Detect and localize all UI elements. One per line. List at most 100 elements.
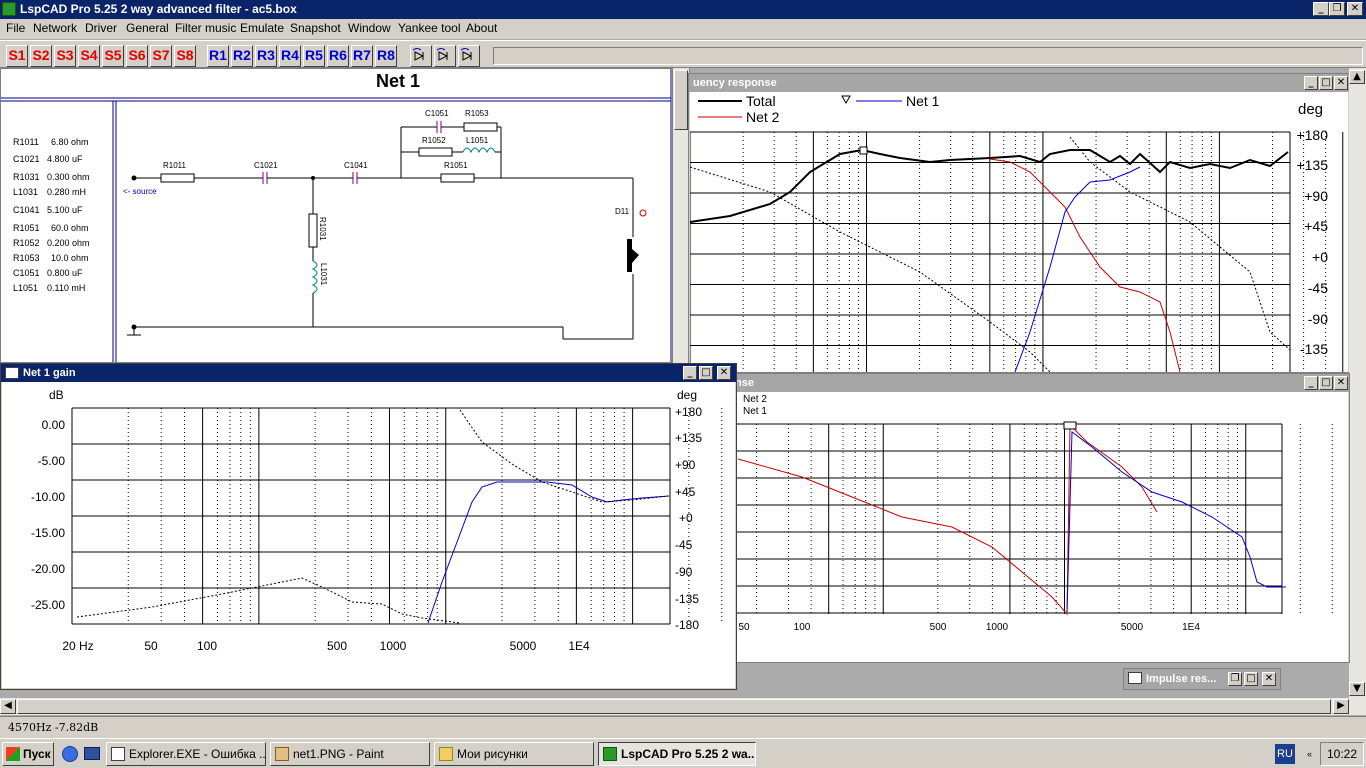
- menu-general[interactable]: General: [126, 21, 169, 35]
- task-label: Explorer.EXE - Ошибка ...: [129, 747, 266, 761]
- scroll-left-arrow[interactable]: ◀: [0, 699, 16, 714]
- app-icon: [2, 2, 16, 16]
- schematic-vscroll[interactable]: [672, 68, 689, 363]
- s6-button[interactable]: S6: [126, 45, 148, 67]
- step-maximize-button[interactable]: □: [1319, 376, 1333, 390]
- scroll-thumb[interactable]: [674, 70, 688, 130]
- part-name: R1051: [13, 223, 40, 233]
- schematic-window: Net 1 R1011 6.80 ohm C1021 4.800 uF R1031 0…: [0, 68, 690, 363]
- gain-close-button[interactable]: ✕: [717, 366, 731, 380]
- ytick-right: -180: [675, 618, 699, 632]
- scroll-up-arrow[interactable]: ▲: [1349, 70, 1365, 84]
- menu-network[interactable]: Network: [33, 21, 77, 35]
- task-my-pictures[interactable]: Мои рисунки: [434, 742, 594, 766]
- minimize-button[interactable]: _: [1313, 2, 1329, 16]
- part-name: L1051: [13, 283, 38, 293]
- r1-button[interactable]: R1: [207, 45, 229, 67]
- ytick: +180: [1296, 127, 1328, 143]
- title-bar: LspCAD Pro 5.25 2 way advanced filter - …: [0, 0, 1366, 19]
- s3-button[interactable]: S3: [54, 45, 76, 67]
- desktop-icon[interactable]: [84, 747, 100, 760]
- s4-button[interactable]: S4: [78, 45, 100, 67]
- task-label: LspCAD Pro 5.25 2 wa...: [621, 747, 756, 761]
- menu-yankee-tool[interactable]: Yankee tool: [398, 21, 461, 35]
- restore-button[interactable]: ❐: [1329, 2, 1345, 16]
- part-name: R1053: [13, 253, 40, 263]
- gain-window-icon: [5, 367, 19, 379]
- legend-net1: Net 1: [906, 93, 940, 109]
- r2-button[interactable]: R2: [231, 45, 253, 67]
- label-r1051: R1051: [444, 161, 468, 170]
- ytick: +45: [1304, 218, 1328, 234]
- legend-net1-marker: [841, 95, 851, 105]
- menu-file[interactable]: File: [6, 21, 25, 35]
- xtick: 100: [197, 639, 217, 653]
- impulse-response-window[interactable]: Impulse res... ❐ □ ✕: [1123, 668, 1281, 690]
- freq-minimize-button[interactable]: _: [1304, 76, 1318, 90]
- impulse-maximize-button[interactable]: □: [1244, 672, 1258, 686]
- hscroll-thumb[interactable]: [17, 699, 1331, 714]
- task-explorer[interactable]: Explorer.EXE - Ошибка ...: [106, 742, 266, 766]
- menu-emulate[interactable]: Emulate: [240, 21, 284, 35]
- s1-button[interactable]: S1: [6, 45, 28, 67]
- ytick-left: -20.00: [31, 562, 65, 576]
- ytick-left: 0.00: [42, 418, 66, 432]
- ie-icon[interactable]: [62, 746, 78, 762]
- driver-2-icon[interactable]: [434, 45, 456, 67]
- folder-icon: [439, 747, 453, 761]
- s8-button[interactable]: S8: [174, 45, 196, 67]
- r6-button[interactable]: R6: [327, 45, 349, 67]
- menu-filter-music[interactable]: Filter music: [175, 21, 236, 35]
- impulse-restore-button[interactable]: ❐: [1228, 672, 1242, 686]
- scroll-down-arrow[interactable]: ▼: [1349, 682, 1365, 696]
- menu-window[interactable]: Window: [348, 21, 391, 35]
- label-source: <- source: [123, 187, 157, 196]
- part-value: 5.100 uF: [47, 205, 83, 215]
- step-minimize-button[interactable]: _: [1304, 376, 1318, 390]
- scroll-right-arrow[interactable]: ▶: [1333, 699, 1349, 714]
- task-lspcad[interactable]: LspCAD Pro 5.25 2 wa...: [598, 742, 756, 766]
- gain-maximize-button[interactable]: □: [699, 366, 713, 380]
- r7-button[interactable]: R7: [351, 45, 373, 67]
- step-close-button[interactable]: ✕: [1334, 376, 1348, 390]
- impulse-close-button[interactable]: ✕: [1262, 672, 1276, 686]
- gain-plot-area[interactable]: dB deg 0.00 -5.00 -10.00 -15.00 -20.00 -…: [2, 382, 812, 688]
- mdi-vscroll[interactable]: ▲ ▼: [1349, 68, 1366, 698]
- ytick: -90: [1308, 311, 1328, 327]
- gain-minimize-button[interactable]: _: [683, 366, 697, 380]
- gain-chart: dB deg 0.00 -5.00 -10.00 -15.00 -20.00 -…: [31, 388, 812, 653]
- schematic-title: Net 1: [376, 71, 420, 91]
- xtick: 1000: [986, 622, 1009, 633]
- freq-maximize-button[interactable]: □: [1319, 76, 1333, 90]
- menu-about[interactable]: About: [466, 21, 497, 35]
- part-name: C1021: [13, 154, 40, 164]
- driver-c-icon[interactable]: [458, 45, 480, 67]
- task-label: Мои рисунки: [457, 747, 528, 761]
- s7-button[interactable]: S7: [150, 45, 172, 67]
- s2-button[interactable]: S2: [30, 45, 52, 67]
- menu-snapshot[interactable]: Snapshot: [290, 21, 341, 35]
- freq-plot-area[interactable]: Total Net 2 Net 1 deg +180 +135 +90 +45 …: [689, 92, 1358, 373]
- toolbar: S1 S2 S3 S4 S5 S6 S7 S8 R1 R2 R3 R4 R5 R…: [0, 40, 1366, 68]
- xtick: 100: [794, 622, 811, 633]
- start-button[interactable]: Пуск: [2, 742, 54, 766]
- r4-button[interactable]: R4: [279, 45, 301, 67]
- mdi-hscroll[interactable]: ◀ ▶: [0, 698, 1366, 715]
- freq-close-button[interactable]: ✕: [1334, 76, 1348, 90]
- menu-driver[interactable]: Driver: [85, 21, 117, 35]
- tray-chevron-icon[interactable]: «: [1307, 749, 1312, 759]
- s5-button[interactable]: S5: [102, 45, 124, 67]
- step-plot-area[interactable]: Net 2 Net 1 50 100 500 1000 5000 1E4: [701, 392, 1356, 662]
- step-legend-net1: Net 1: [743, 406, 767, 417]
- step-net1-trace: [1066, 431, 1286, 613]
- r5-button[interactable]: R5: [303, 45, 325, 67]
- r3-button[interactable]: R3: [255, 45, 277, 67]
- language-indicator[interactable]: RU: [1275, 744, 1295, 764]
- task-paint[interactable]: net1.PNG - Paint: [270, 742, 430, 766]
- driver-1-icon[interactable]: [410, 45, 432, 67]
- close-button[interactable]: ✕: [1347, 2, 1363, 16]
- ytick-left: -10.00: [31, 490, 65, 504]
- gain-window-title: Net 1 gain: [23, 367, 76, 379]
- r8-button[interactable]: R8: [375, 45, 397, 67]
- schematic-canvas[interactable]: Net 1 R1011 6.80 ohm C1021 4.800 uF R1031 0…: [1, 69, 689, 362]
